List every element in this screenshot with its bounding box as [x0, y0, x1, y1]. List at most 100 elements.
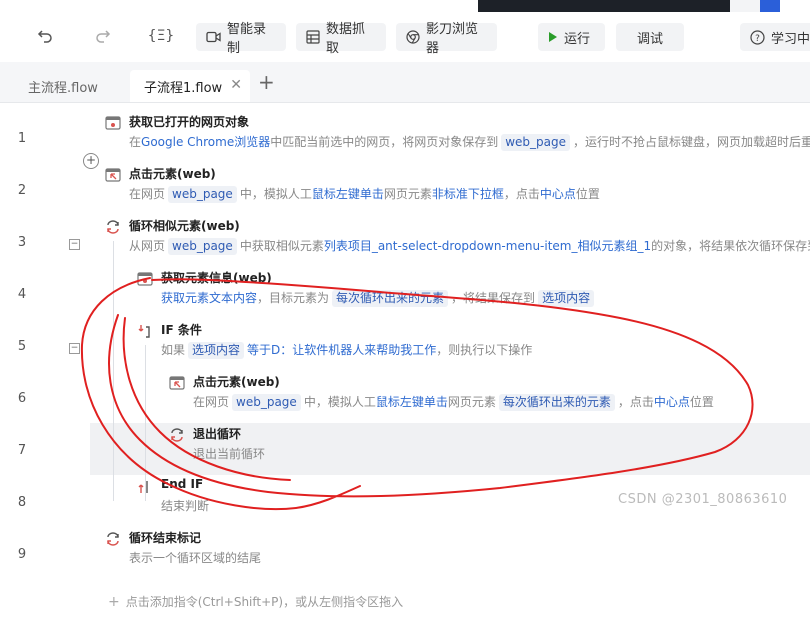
command-title: End IF: [161, 477, 204, 491]
desc-text: 在网页: [193, 395, 230, 409]
fold-toggle-loop[interactable]: −: [69, 239, 80, 250]
command-row[interactable]: IF 条件 如果 选项内容 等于D：让软件机器人来帮助我工作，则执行以下操作: [90, 319, 810, 371]
desc-text: 在: [129, 135, 142, 149]
command-row[interactable]: 获取已打开的网页对象 在Google Chrome浏览器中匹配当前选中的网页，将网…: [90, 111, 810, 163]
param-link[interactable]: 鼠标左键单击: [376, 395, 448, 409]
param-link[interactable]: 列表项目_ant-select-dropdown-menu-item_相似元素组…: [324, 239, 651, 253]
variable-tag: web_page: [232, 394, 301, 411]
desc-text: 中匹配当前选中的网页，将网页对象保存到: [270, 135, 499, 149]
param-link[interactable]: 获取元素文本内容: [161, 291, 257, 305]
add-command-hint[interactable]: + 点击添加指令(Ctrl+Shift+P)，或从左侧指令区拖入: [108, 593, 403, 610]
command-description: 结束判断: [161, 497, 209, 514]
desc-text: 中获取相似元素: [239, 239, 324, 253]
param-link[interactable]: 中心点: [654, 395, 690, 409]
command-description: 退出当前循环: [193, 445, 265, 462]
tab-label: 子流程1.flow: [144, 80, 223, 96]
desc-text: 如果: [161, 343, 186, 357]
desc-text: ，将结果保存到: [451, 291, 536, 305]
add-tab-icon[interactable]: +: [258, 72, 275, 92]
desc-text: 位置: [575, 187, 600, 201]
run-button[interactable]: 运行: [538, 23, 605, 51]
svg-text:?: ?: [755, 34, 760, 44]
param-link[interactable]: 中心点: [540, 187, 576, 201]
learn-button[interactable]: ? 学习中: [740, 23, 810, 51]
command-title: 获取已打开的网页对象: [129, 115, 250, 129]
variable-tag: 每次循环出来的元素: [498, 394, 615, 411]
desc-text: 表示一个循环区域的结尾: [129, 551, 262, 565]
line-number: 1: [17, 131, 27, 146]
desc-text: ，运行时不抢占鼠标键盘，网页加载超时后重: [573, 135, 810, 149]
command-row[interactable]: 循环相似元素(web) 从网页 web_page 中获取相似元素列表项目_ant-se…: [90, 215, 810, 267]
fold-toggle-if[interactable]: −: [69, 343, 80, 354]
desc-text: ，点击: [617, 395, 654, 409]
flow-editor: 1 2 3 4 5 6 7 8 9 获取已打开的网页对象 在Google Chrome浏览器中匹配…: [0, 103, 810, 621]
command-title: 获取元素信息(web): [161, 271, 272, 285]
scrape-button[interactable]: 数据抓取: [296, 22, 386, 56]
redo-icon[interactable]: [88, 22, 118, 50]
desc-text: 网页元素: [447, 395, 496, 409]
variable-tag: 选项内容: [538, 290, 595, 307]
tab-main-flow[interactable]: 主流程.flow: [14, 70, 126, 102]
line-number: 6: [17, 391, 27, 406]
command-row[interactable]: 点击元素(web) 在网页 web_page 中，模拟人工鼠标左键单击网页元素 每次循环…: [90, 371, 810, 423]
command-row[interactable]: 获取元素信息(web) 获取元素文本内容，目标元素为 每次循环出来的元素 ，将结果保存…: [90, 267, 810, 319]
command-title: 循环结束标记: [129, 531, 202, 545]
command-description: 在网页 web_page 中，模拟人工鼠标左键单击网页元素 每次循环出来的元素 ，点击中…: [193, 393, 714, 411]
command-row[interactable]: 点击元素(web) 在网页 web_page 中，模拟人工鼠标左键单击网页元素非标准下…: [90, 163, 810, 215]
desc-text: 中，模拟人工: [239, 187, 312, 201]
param-link[interactable]: 等于D：让软件机器人来帮助我工作: [247, 343, 436, 357]
desc-text: 的对象，将结果依次循环保存到: [651, 239, 810, 253]
param-link[interactable]: 鼠标左键单击: [312, 187, 384, 201]
help-icon: ?: [750, 29, 765, 45]
nesting-guide: [113, 241, 114, 501]
watermark: CSDN @2301_80863610: [618, 492, 788, 507]
variable-tag: web_page: [168, 186, 237, 203]
line-number: 2: [17, 183, 27, 198]
desc-text: 位置: [689, 395, 714, 409]
browser-button[interactable]: 影刀浏览器: [396, 22, 497, 56]
line-number: 3: [17, 235, 27, 250]
command-description: 如果 选项内容 等于D：让软件机器人来帮助我工作，则执行以下操作: [161, 341, 532, 359]
video-icon: [206, 31, 221, 43]
command-title: 点击元素(web): [129, 167, 216, 181]
command-description: 获取元素文本内容，目标元素为 每次循环出来的元素 ，将结果保存到 选项内容: [161, 289, 597, 307]
browser-icon: [406, 30, 420, 44]
command-row[interactable]: 循环结束标记表示一个循环区域的结尾: [90, 527, 810, 579]
debug-button[interactable]: 调试: [616, 23, 684, 51]
app-icon: [760, 0, 780, 12]
desc-text: 从网页: [129, 239, 166, 253]
close-icon[interactable]: ✕: [230, 77, 242, 93]
record-button[interactable]: 智能录制: [196, 22, 286, 56]
desc-text: 退出当前循环: [193, 447, 266, 461]
scrape-label: 数据抓取: [326, 22, 366, 56]
undo-icon[interactable]: [30, 22, 60, 50]
top-strip: [0, 0, 810, 12]
command-title: 退出循环: [193, 427, 242, 441]
variable-tag: web_page: [168, 238, 237, 255]
tab-subflow-1[interactable]: 子流程1.flow ✕: [130, 70, 250, 102]
desc-text: ，则执行以下操作: [436, 343, 533, 357]
command-title: 点击元素(web): [193, 375, 280, 389]
code-braces-icon[interactable]: {Ξ}: [146, 22, 176, 50]
command-description: 在Google Chrome浏览器中匹配当前选中的网页，将网页对象保存到 web_…: [129, 133, 810, 151]
variable-tag: 每次循环出来的元素: [332, 290, 449, 307]
desc-text: ，点击: [503, 187, 540, 201]
line-number: 9: [17, 547, 27, 562]
tab-bar: 主流程.flow 子流程1.flow ✕: [0, 62, 810, 103]
param-link[interactable]: Google Chrome浏览器: [141, 135, 270, 149]
param-link[interactable]: 非标准下拉框: [432, 187, 504, 201]
line-number: 5: [17, 339, 27, 354]
record-label: 智能录制: [227, 22, 267, 56]
command-title: 循环相似元素(web): [129, 219, 240, 233]
variable-tag: 选项内容: [188, 342, 245, 359]
plus-icon: +: [108, 593, 120, 610]
line-number: 4: [17, 287, 27, 302]
desc-text: 中，模拟人工: [303, 395, 376, 409]
insert-plus-icon[interactable]: +: [83, 153, 99, 169]
toolbar: {Ξ} 智能录制 数据抓取 影刀浏览器 运行 调试 ? 学习中: [0, 12, 810, 62]
desc-text: 在网页: [129, 187, 166, 201]
command-description: 从网页 web_page 中获取相似元素列表项目_ant-select-dropdo…: [129, 237, 810, 255]
command-row[interactable]: 退出循环退出当前循环: [90, 423, 810, 475]
add-hint-text: 点击添加指令(Ctrl+Shift+P)，或从左侧指令区拖入: [125, 595, 404, 609]
browser-label: 影刀浏览器: [426, 22, 479, 56]
